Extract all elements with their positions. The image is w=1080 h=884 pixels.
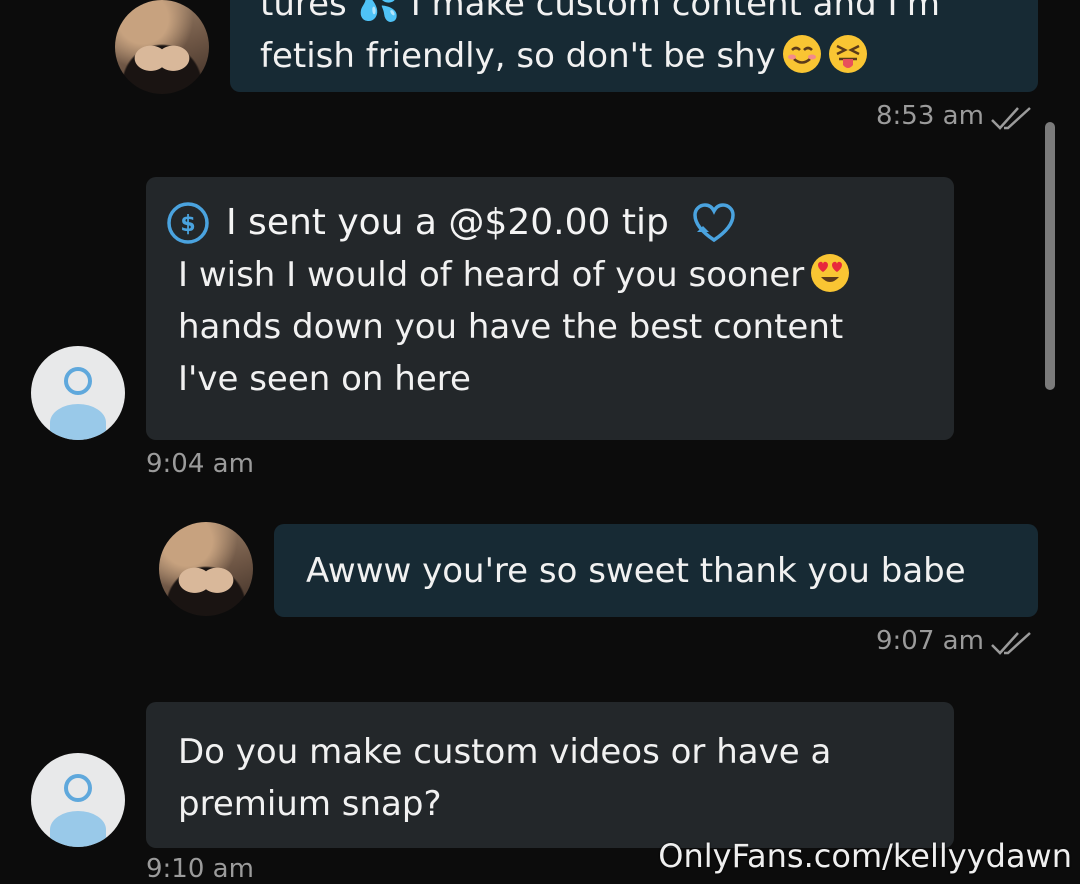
message-bubble-fan-tip: $ I sent you a @$20.00 tip I wish I woul… bbox=[146, 177, 954, 440]
message-text-line: premium snap? bbox=[178, 784, 442, 824]
squinting-tongue-face-icon bbox=[828, 34, 868, 74]
message-bubble-fan-2: Do you make custom videos or have a prem… bbox=[146, 702, 954, 848]
smiling-face-icon bbox=[782, 34, 822, 74]
message-bubble-creator-1: tures 💦 I make custom content and I'm fe… bbox=[230, 0, 1038, 92]
heart-icon bbox=[693, 203, 735, 243]
message-bubble-creator-2: Awww you're so sweet thank you babe bbox=[274, 524, 1038, 617]
tip-header: $ I sent you a @$20.00 tip bbox=[166, 197, 924, 249]
tip-label: I sent you a @$20.00 tip bbox=[226, 202, 669, 243]
message-text-line: I wish I would of heard of you sooner bbox=[166, 249, 924, 301]
read-receipt-icon bbox=[991, 632, 1031, 655]
creator-avatar[interactable] bbox=[115, 0, 209, 94]
message-time: 9:04 am bbox=[146, 449, 254, 479]
scrollbar[interactable] bbox=[1045, 122, 1055, 390]
message-text-line: tures 💦 I make custom content and I'm bbox=[260, 0, 940, 24]
message-text: I wish I would of heard of you sooner bbox=[178, 255, 805, 295]
message-time: 9:07 am bbox=[876, 626, 984, 656]
dollar-circle-icon: $ bbox=[167, 202, 209, 244]
message-text-line: fetish friendly, so don't be shy bbox=[260, 30, 1008, 82]
message-text: fetish friendly, so don't be shy bbox=[260, 36, 776, 76]
fan-avatar[interactable] bbox=[31, 346, 125, 440]
message-text-line: Awww you're so sweet thank you babe bbox=[306, 551, 966, 591]
message-text-line: I've seen on here bbox=[178, 359, 471, 399]
read-receipt-icon bbox=[991, 107, 1031, 130]
message-text-line: hands down you have the best content bbox=[178, 307, 844, 347]
creator-avatar[interactable] bbox=[159, 522, 253, 616]
heart-eyes-face-icon bbox=[810, 253, 850, 293]
svg-text:$: $ bbox=[180, 212, 195, 237]
fan-avatar[interactable] bbox=[31, 753, 125, 847]
message-text-line: Do you make custom videos or have a bbox=[178, 732, 832, 772]
message-time: 8:53 am bbox=[876, 101, 984, 131]
watermark: OnlyFans.com/kellyydawn bbox=[658, 837, 1072, 875]
message-time: 9:10 am bbox=[146, 854, 254, 884]
